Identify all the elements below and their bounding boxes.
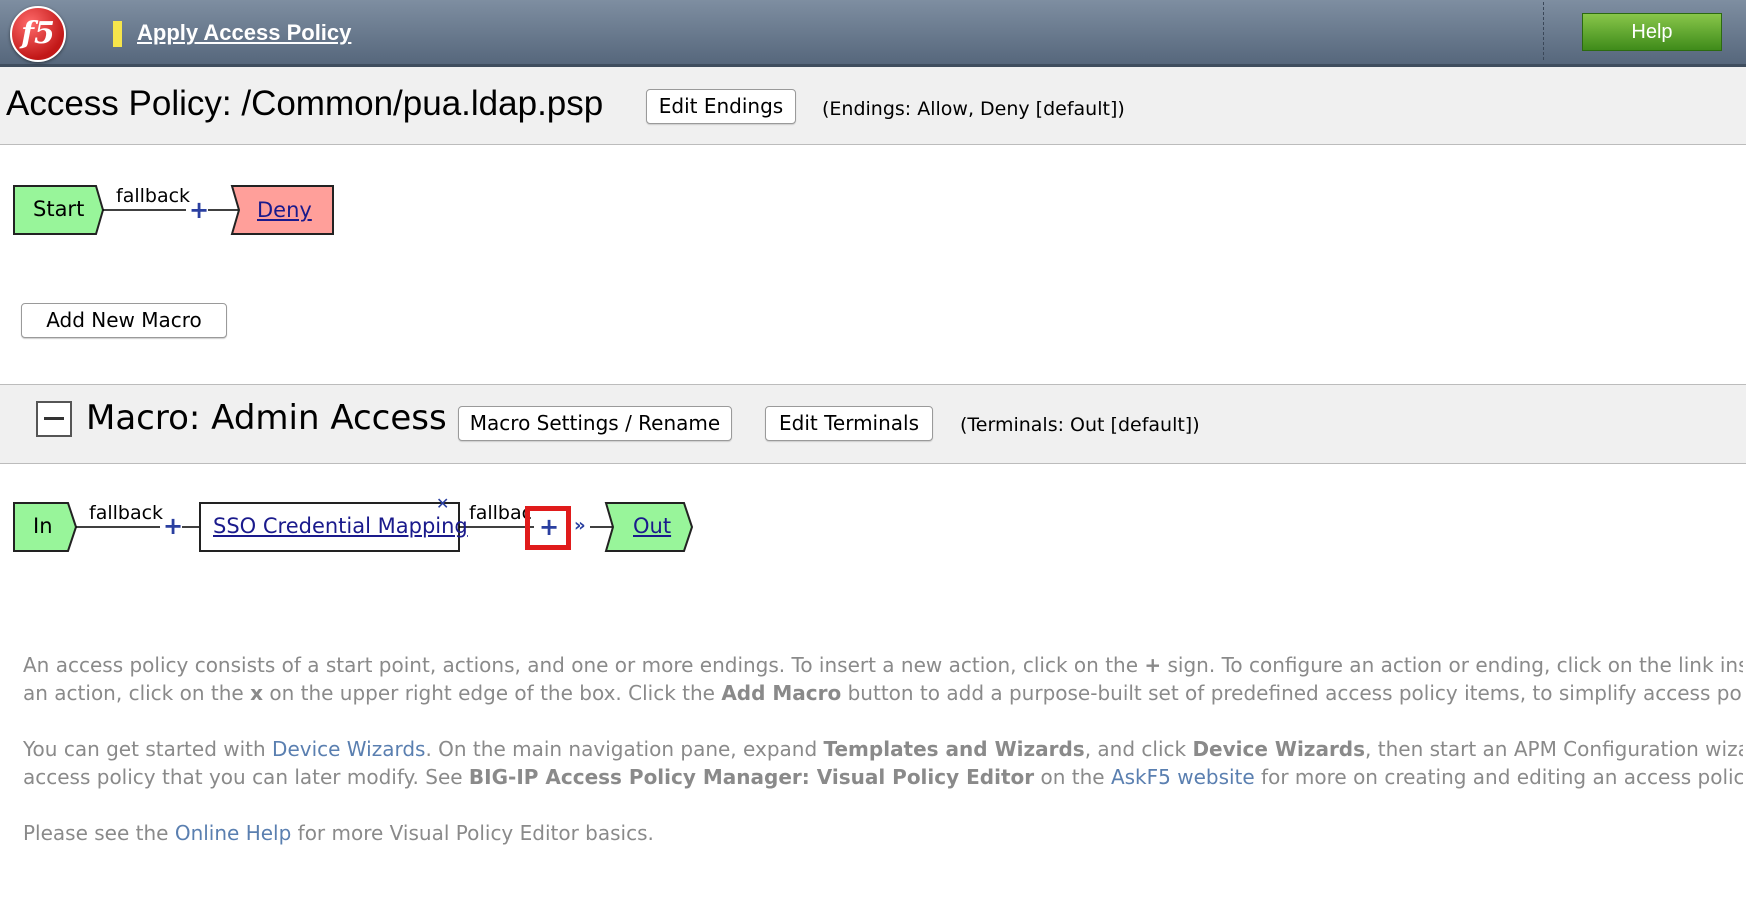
access-policy-title: Access Policy: /Common/pua.ldap.psp: [6, 84, 604, 123]
header-divider: [1543, 2, 1544, 60]
edit-terminals-button[interactable]: Edit Terminals: [765, 406, 933, 441]
top-bar: f5 Apply Access Policy Help: [0, 0, 1746, 67]
macro-edge-label-2: fallbac: [469, 502, 533, 524]
endings-summary: (Endings: Allow, Deny [default]): [822, 98, 1125, 120]
insert-action-plus-icon[interactable]: +: [189, 198, 209, 222]
add-new-macro-button[interactable]: Add New Macro: [21, 303, 227, 338]
out-terminal-link[interactable]: Out: [633, 514, 671, 538]
help-paragraph-1: An access policy consists of a start poi…: [23, 653, 1743, 705]
collapse-macro-icon[interactable]: [36, 401, 72, 437]
askf5-website-link[interactable]: AskF5 website: [1111, 765, 1255, 789]
terminals-summary: (Terminals: Out [default]): [960, 414, 1200, 436]
edit-endings-button[interactable]: Edit Endings: [646, 89, 796, 124]
delete-action-icon[interactable]: ✕: [436, 494, 449, 513]
sso-credential-mapping-link[interactable]: SSO Credential Mapping: [213, 514, 468, 538]
deny-ending-link[interactable]: Deny: [257, 198, 312, 222]
highlight-box: [525, 506, 571, 550]
macro-edge-label-1: fallback: [89, 502, 164, 524]
device-wizards-link[interactable]: Device Wizards: [272, 737, 425, 761]
macro-settings-button[interactable]: Macro Settings / Rename: [458, 406, 732, 441]
title-marker: [113, 21, 122, 47]
help-paragraph-3: Please see the Online Help for more Visu…: [23, 821, 654, 845]
macro-title: Macro: Admin Access: [86, 398, 447, 438]
insert-action-plus-icon-1[interactable]: +: [163, 514, 183, 538]
chevron-right-icon: »: [574, 515, 586, 536]
help-paragraph-2: You can get started with Device Wizards.…: [23, 737, 1743, 789]
f5-logo[interactable]: f5: [10, 6, 66, 62]
help-button[interactable]: Help: [1582, 13, 1722, 51]
start-node-label: Start: [33, 197, 85, 221]
in-node-label: In: [33, 514, 53, 538]
online-help-link[interactable]: Online Help: [175, 821, 291, 845]
page-title-link[interactable]: Apply Access Policy: [137, 20, 351, 46]
policy-edge-label: fallback: [116, 185, 191, 207]
